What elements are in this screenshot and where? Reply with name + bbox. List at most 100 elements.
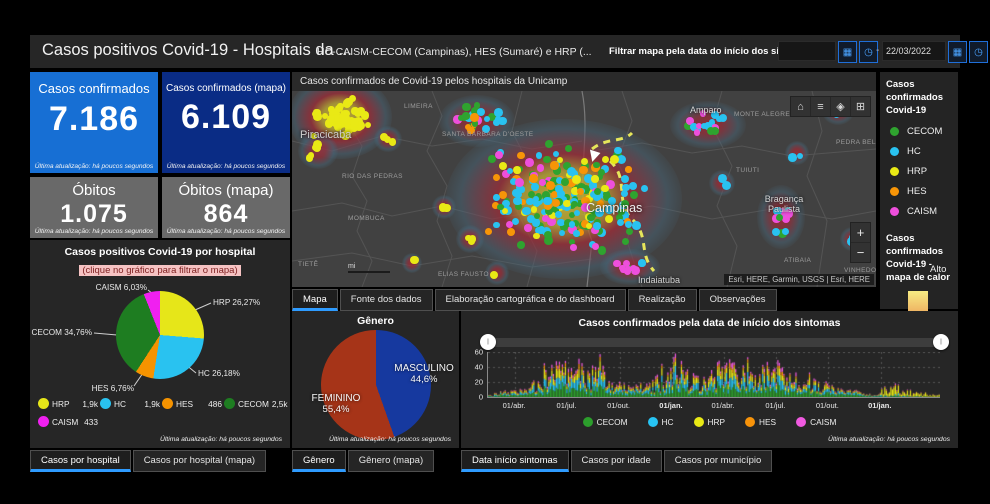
map-tab-realiza-o[interactable]: Realização <box>628 289 697 311</box>
city-label-limeira: LIMEIRA <box>404 103 433 110</box>
timeline-tab-group: Data início sintomasCasos por idadeCasos… <box>461 450 772 472</box>
timeseries-legend: CECOMHCHRPHESCAISM <box>461 417 958 427</box>
legend-dot-hes <box>745 417 755 427</box>
zoom-out-button[interactable]: − <box>851 242 870 262</box>
kpi-label: Casos confirmados <box>30 81 158 96</box>
legend-count: 1,9k <box>144 399 160 409</box>
legend-dot-caism <box>890 207 899 216</box>
map-legend-item-hes: HES <box>886 186 952 197</box>
y-tick-label: 0 <box>479 393 483 402</box>
map-canvas[interactable]: PiracicabaLIMEIRASANTA BARBARA D'OESTERI… <box>292 91 876 287</box>
legend-dot-cecom <box>583 417 593 427</box>
timeseries-plot[interactable] <box>487 352 940 398</box>
heat-legend-title: Casos confirmados Covid-19 - mapa de cal… <box>886 233 952 284</box>
date-range-separator: - <box>876 45 879 56</box>
tab-casos-por-idade[interactable]: Casos por idade <box>571 450 662 472</box>
kpi-value: 1.075 <box>30 200 158 229</box>
hospital-pie-note: (clique no gráfico para filtrar o mapa) <box>30 260 290 278</box>
timeseries-legend-item-hc: HC <box>648 417 674 427</box>
legend-label: HRP <box>708 417 726 427</box>
pie-callout-cecom: CECOM 34,76% <box>31 328 92 337</box>
calendar-icon[interactable]: ▦ <box>948 41 967 63</box>
last-update-note: Última atualização: há poucos segundos <box>30 228 158 235</box>
legend-dot-hc <box>890 147 899 156</box>
tab-casos-por-hospital[interactable]: Casos por hospital <box>30 450 131 472</box>
timeseries-legend-item-hes: HES <box>745 417 776 427</box>
calendar-icon[interactable]: ▦ <box>838 41 857 63</box>
legend-label: CAISM <box>810 417 836 427</box>
hospital-pie-panel: Casos positivos Covid-19 por hospital (c… <box>30 240 290 448</box>
hospital-pie-chart[interactable] <box>116 291 204 379</box>
pie-legend-item-hrp: HRP1,9k <box>38 398 98 409</box>
apps-grid-icon[interactable]: ⊞ <box>850 97 870 116</box>
tab-g-nero-mapa-[interactable]: Gênero (mapa) <box>348 450 434 472</box>
x-tick-label: 01/abr. <box>711 401 734 410</box>
x-tick-label: 01/jul. <box>765 401 785 410</box>
pie-legend-item-hes: HES486 <box>162 398 222 409</box>
y-tick-label: 40 <box>475 363 483 372</box>
city-label-santa-barbara-d-oeste: SANTA BARBARA D'OESTE <box>442 131 534 138</box>
map-legend-item-caism: CAISM <box>886 206 952 217</box>
legend-label: CAISM <box>52 417 78 427</box>
timeseries-legend-item-hrp: HRP <box>694 417 726 427</box>
x-tick-label: 01/out. <box>607 401 630 410</box>
tab-data-in-cio-sintomas[interactable]: Data início sintomas <box>461 450 569 472</box>
legend-label: HES <box>907 186 927 197</box>
home-icon[interactable]: ⌂ <box>791 97 810 116</box>
map-panel: Casos confirmados de Covid-19 pelos hosp… <box>292 72 876 287</box>
slider-handle-right[interactable]: || <box>933 334 949 350</box>
gender-pie-chart[interactable] <box>321 330 431 440</box>
hospital-tab-group: Casos por hospitalCasos por hospital (ma… <box>30 450 266 472</box>
kpi-label: Casos confirmados (mapa) <box>162 83 290 94</box>
legend-count: 433 <box>84 417 98 427</box>
y-tick-label: 20 <box>475 378 483 387</box>
legend-dot-hrp <box>694 417 704 427</box>
date-from-input[interactable] <box>778 41 836 61</box>
legend-dot-caism <box>38 416 49 427</box>
tab-casos-por-munic-pio[interactable]: Casos por município <box>664 450 773 472</box>
pie-legend-item-cecom: CECOM2,5k <box>224 398 284 409</box>
legend-label: HRP <box>907 166 927 177</box>
map-attribution: Esri, HERE, Garmin, USGS | Esri, HERE <box>724 274 874 285</box>
pie-legend-item-caism: CAISM 433 <box>38 416 98 427</box>
tab-casos-por-hospital-mapa-[interactable]: Casos por hospital (mapa) <box>133 450 266 472</box>
kpi-value: 864 <box>162 200 290 229</box>
map-tab-elabora-o-cartogr-fica-e-do-dashboard[interactable]: Elaboração cartográfica e do dashboard <box>435 289 626 311</box>
map-tab-observa-es[interactable]: Observações <box>699 289 777 311</box>
legend-dot-cecom <box>224 398 235 409</box>
map-zoom-control: + − <box>850 222 871 263</box>
city-label-campinas: Campinas <box>586 201 642 215</box>
gender-title: Gênero <box>292 315 459 327</box>
legend-label: CAISM <box>907 206 937 217</box>
map-tab-fonte-dos-dados[interactable]: Fonte dos dados <box>340 289 433 311</box>
legend-label: CECOM <box>907 126 942 137</box>
map-toolbar: ⌂ ≡ ◈ ⊞ <box>790 96 871 117</box>
x-tick-label: 01/jul. <box>557 401 577 410</box>
map-tab-mapa[interactable]: Mapa <box>292 289 338 311</box>
legend-dot-hrp <box>38 398 49 409</box>
tab-g-nero[interactable]: Gênero <box>292 450 346 472</box>
date-to-input[interactable] <box>882 41 946 61</box>
hospital-pie-title: Casos positivos Covid-19 por hospital <box>30 246 290 258</box>
gender-tab-group: GêneroGênero (mapa) <box>292 450 434 472</box>
pie-legend-item-hc: HC 1,9k <box>100 398 160 409</box>
legend-count: 486 <box>208 399 222 409</box>
zoom-in-button[interactable]: + <box>851 223 870 242</box>
legend-list-icon[interactable]: ≡ <box>810 97 830 116</box>
dashboard: Casos positivos Covid-19 - Hospitais da … <box>0 0 990 504</box>
basemap-icon[interactable]: ◈ <box>830 97 850 116</box>
heat-high-label: Alto <box>930 264 946 275</box>
legend-label: HC <box>114 399 126 409</box>
timeseries-panel: Casos confirmados pela data de início do… <box>461 311 958 448</box>
legend-dot-cecom <box>890 127 899 136</box>
timeseries-title: Casos confirmados pela data de início do… <box>461 317 958 329</box>
legend-count: 1,9k <box>82 399 98 409</box>
time-range-slider[interactable]: || || <box>485 338 944 347</box>
map-title: Casos confirmados de Covid-19 pelos hosp… <box>292 72 876 91</box>
kpi-label: Óbitos <box>30 182 158 199</box>
last-update-note: Última atualização: há poucos segundos <box>162 228 290 235</box>
legend-label: CECOM <box>238 399 269 409</box>
last-update-note: Última atualização: há poucos segundos <box>828 436 950 443</box>
x-tick-label: 01/out. <box>816 401 839 410</box>
clock-icon[interactable]: ◷ <box>969 41 988 63</box>
